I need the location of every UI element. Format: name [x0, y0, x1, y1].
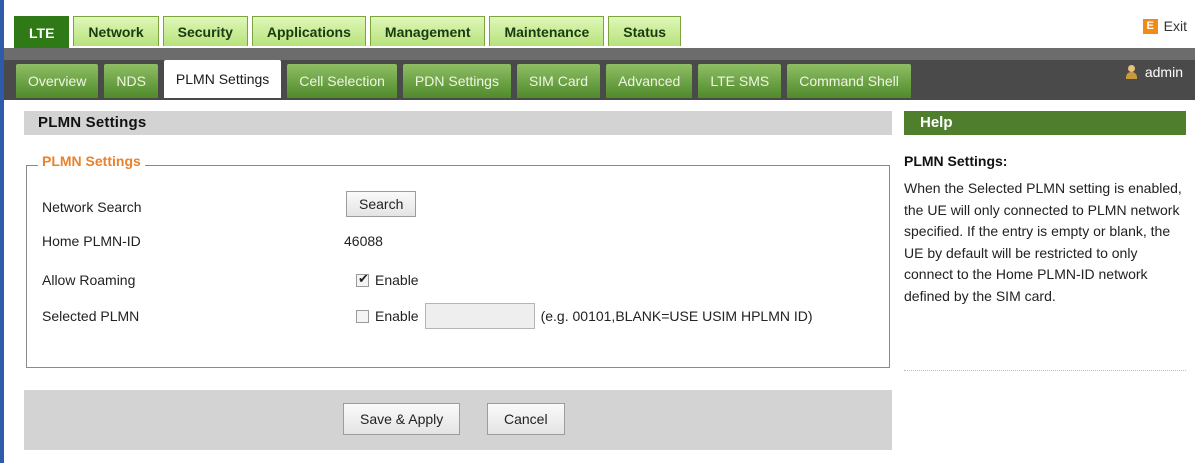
tab-maintenance[interactable]: Maintenance	[489, 16, 605, 46]
help-header: Help	[904, 111, 1186, 135]
plmn-fieldset	[26, 165, 890, 368]
help-title: PLMN Settings:	[904, 153, 1008, 169]
allow-roaming-label: Allow Roaming	[42, 272, 136, 288]
selected-plmn-hint: (e.g. 00101,BLANK=USE USIM HPLMN ID)	[540, 308, 813, 324]
selected-plmn-enable-label: Enable	[375, 308, 419, 324]
allow-roaming-enable-label: Enable	[375, 272, 419, 288]
search-button[interactable]: Search	[346, 191, 417, 217]
subtab-sim-card[interactable]: SIM Card	[516, 64, 601, 98]
user-icon	[1125, 65, 1137, 79]
subtab-lte-sms[interactable]: LTE SMS	[698, 64, 782, 98]
section-title: PLMN Settings	[24, 111, 892, 135]
tab-status[interactable]: Status	[608, 16, 682, 46]
help-divider	[904, 370, 1186, 371]
save-apply-button[interactable]: Save & Apply	[343, 403, 461, 435]
tab-security[interactable]: Security	[162, 16, 248, 46]
tab-management[interactable]: Management	[369, 16, 486, 46]
sub-tabs: Overview NDS PLMN Settings Cell Selectio…	[16, 58, 911, 98]
selected-plmn-label: Selected PLMN	[42, 308, 140, 324]
subtab-nds[interactable]: NDS	[104, 64, 158, 98]
subtab-pdn-settings[interactable]: PDN Settings	[402, 64, 511, 98]
tab-lte[interactable]: LTE	[14, 16, 70, 48]
subtab-advanced[interactable]: Advanced	[606, 64, 693, 98]
exit-link[interactable]: E Exit	[1142, 18, 1187, 34]
help-text: When the Selected PLMN setting is enable…	[904, 180, 1182, 304]
user-name: admin	[1144, 64, 1183, 80]
network-search-label: Network Search	[42, 199, 142, 215]
fieldset-legend: PLMN Settings	[38, 153, 145, 169]
network-search-control: Search	[346, 191, 417, 217]
subtab-overview[interactable]: Overview	[16, 64, 99, 98]
home-plmn-label: Home PLMN-ID	[42, 233, 141, 249]
selected-plmn-checkbox[interactable]	[356, 309, 369, 323]
exit-label: Exit	[1163, 18, 1187, 34]
cancel-button[interactable]: Cancel	[487, 403, 565, 435]
selected-plmn-control: Enable (e.g. 00101,BLANK=USE USIM HPLMN …	[356, 303, 813, 329]
home-plmn-value: 46088	[344, 233, 383, 249]
tab-network[interactable]: Network	[73, 16, 159, 46]
subtab-cell-selection[interactable]: Cell Selection	[287, 64, 397, 98]
subtab-command-shell[interactable]: Command Shell	[787, 64, 911, 98]
allow-roaming-checkbox[interactable]	[356, 271, 369, 287]
allow-roaming-control: Enable	[356, 271, 419, 288]
main-tabs: LTE Network Security Applications Manage…	[14, 16, 682, 48]
tab-applications[interactable]: Applications	[251, 16, 366, 46]
subtab-plmn-settings[interactable]: PLMN Settings	[163, 60, 282, 98]
exit-icon: E	[1142, 18, 1158, 34]
selected-plmn-input[interactable]	[424, 303, 535, 329]
user-indicator: admin	[1125, 64, 1183, 80]
